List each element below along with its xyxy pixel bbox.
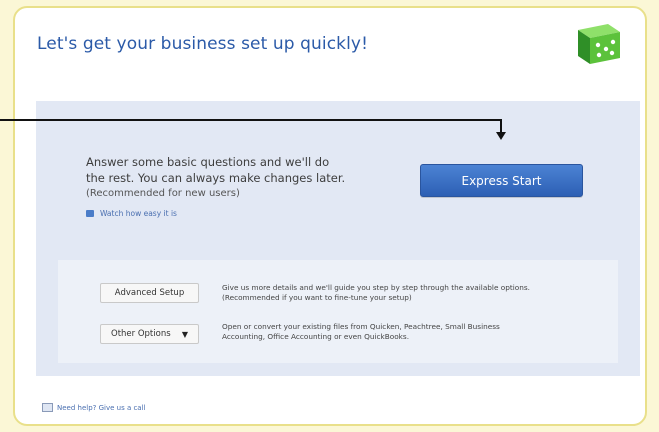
page-title: Let's get your business set up quickly!	[37, 34, 369, 54]
express-recommendation: (Recommended for new users)	[86, 188, 240, 199]
advanced-description-line2: (Recommended if you want to fine-tune yo…	[222, 293, 412, 302]
callout-arrow-icon	[496, 132, 506, 140]
callout-line-vertical	[500, 119, 502, 133]
other-options-panel	[58, 260, 618, 363]
other-options-dropdown[interactable]: Other Options ▼	[100, 324, 199, 344]
advanced-description-line1: Give us more details and we'll guide you…	[222, 283, 530, 292]
other-options-description: Open or convert your existing files from…	[222, 322, 582, 342]
express-description-line2: the rest. You can always make changes la…	[86, 171, 346, 185]
watch-video-link[interactable]: Watch how easy it is	[86, 209, 177, 218]
chevron-down-icon: ▼	[181, 330, 188, 339]
express-description: Answer some basic questions and we'll do…	[86, 154, 386, 202]
other-description-line1: Open or convert your existing files from…	[222, 322, 500, 331]
express-description-line1: Answer some basic questions and we'll do	[86, 155, 330, 169]
help-link[interactable]: Need help? Give us a call	[42, 403, 145, 412]
help-label: Need help? Give us a call	[57, 403, 146, 412]
callout-line	[0, 119, 502, 121]
phone-icon	[42, 403, 53, 412]
watch-link-label: Watch how easy it is	[100, 209, 177, 218]
video-icon	[86, 210, 94, 217]
express-start-button[interactable]: Express Start	[420, 164, 583, 197]
dice-cube-icon	[578, 24, 620, 64]
advanced-setup-description: Give us more details and we'll guide you…	[222, 283, 582, 303]
advanced-setup-button[interactable]: Advanced Setup	[100, 283, 199, 303]
other-options-label: Other Options	[111, 329, 171, 339]
other-description-line2: Accounting, Office Accounting or even Qu…	[222, 332, 410, 341]
